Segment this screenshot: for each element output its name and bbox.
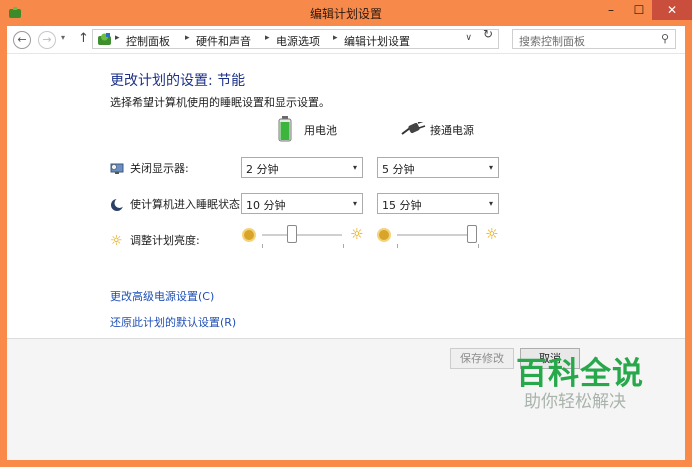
selected-value: 5 分钟 [382,163,415,176]
battery-icon [278,116,292,142]
display-off-battery-select[interactable]: 2 分钟 ▾ [241,157,363,178]
navigation-bar: ← → ▾ ↑ ▸ 控制面板 ▸ 硬件和声音 ▸ 电源选项 ▸ 编辑计划设置 ∨ [7,26,685,54]
power-plug-icon [401,122,426,135]
save-button[interactable]: 保存修改 [450,348,514,369]
breadcrumb-hardware-sound[interactable]: 硬件和声音 [196,33,251,49]
brightness-battery-track[interactable] [262,234,342,236]
search-placeholder: 搜索控制面板 [519,35,585,48]
title-bar[interactable]: 编辑计划设置 – ☐ ✕ [0,0,692,26]
minimize-button[interactable]: – [598,0,624,20]
chevron-down-icon: ▾ [488,199,493,208]
close-button[interactable]: ✕ [652,0,692,20]
window-title: 编辑计划设置 [309,7,382,21]
page-title: 更改计划的设置: 节能 [110,73,246,89]
dim-sun-icon [379,230,389,240]
dim-sun-icon [244,230,254,240]
address-bar[interactable]: ▸ 控制面板 ▸ 硬件和声音 ▸ 电源选项 ▸ 编辑计划设置 ∨ [92,29,499,49]
brightness-plugged-slider-thumb[interactable] [467,225,477,243]
watermark-slogan: 助你轻松解决 [524,392,626,412]
sleep-plugged-select[interactable]: 15 分钟 ▾ [377,193,499,214]
brightness-plugged-track[interactable] [397,234,477,236]
monitor-icon [110,163,124,174]
sleep-label: 使计算机进入睡眠状态: [110,196,244,212]
breadcrumb-edit-plan[interactable]: 编辑计划设置 [344,33,410,49]
breadcrumb-separator[interactable]: ▸ [185,33,190,43]
breadcrumb-control-panel[interactable]: 控制面板 [126,33,170,49]
moon-icon [111,198,124,211]
brightness-sun-icon: ☼ [110,233,123,249]
display-off-label: 关闭显示器: [110,160,189,176]
column-header-battery: 用电池 [304,124,337,137]
selected-value: 15 分钟 [382,199,422,212]
selected-value: 2 分钟 [246,163,279,176]
bright-sun-icon: ☼ [350,225,364,243]
advanced-power-settings-link[interactable]: 更改高级电源设置(C) [110,288,214,304]
search-input[interactable]: 搜索控制面板 ⚲ [512,29,676,49]
display-off-plugged-select[interactable]: 5 分钟 ▾ [377,157,499,178]
breadcrumb-power-options[interactable]: 电源选项 [276,33,320,49]
chevron-down-icon: ▾ [352,199,357,208]
refresh-icon[interactable]: ↻ [483,27,493,41]
brightness-label: ☼ 调整计划亮度: [110,233,200,249]
maximize-button[interactable]: ☐ [626,0,652,20]
page-description: 选择希望计算机使用的睡眠设置和显示设置。 [110,96,330,109]
chevron-down-icon: ▾ [488,163,493,172]
recent-locations-dropdown-icon[interactable]: ▾ [61,33,65,42]
forward-button[interactable]: → [38,31,56,49]
chevron-down-icon: ▾ [352,163,357,172]
restore-defaults-link[interactable]: 还原此计划的默认设置(R) [110,314,236,330]
slider-ticks [262,244,344,248]
breadcrumb-separator[interactable]: ▸ [333,33,338,43]
back-button[interactable]: ← [13,31,31,49]
address-dropdown-icon[interactable]: ∨ [465,33,472,43]
selected-value: 10 分钟 [246,199,286,212]
search-icon[interactable]: ⚲ [661,32,669,45]
breadcrumb-separator[interactable]: ▸ [265,33,270,43]
slider-ticks [397,244,479,248]
bright-sun-icon: ☼ [485,225,499,243]
sleep-battery-select[interactable]: 10 分钟 ▾ [241,193,363,214]
up-button[interactable]: ↑ [78,31,89,46]
breadcrumb-separator: ▸ [115,33,120,43]
column-header-plugged-in: 接通电源 [430,124,474,137]
brightness-battery-slider-thumb[interactable] [286,225,297,243]
control-panel-icon [98,33,111,45]
